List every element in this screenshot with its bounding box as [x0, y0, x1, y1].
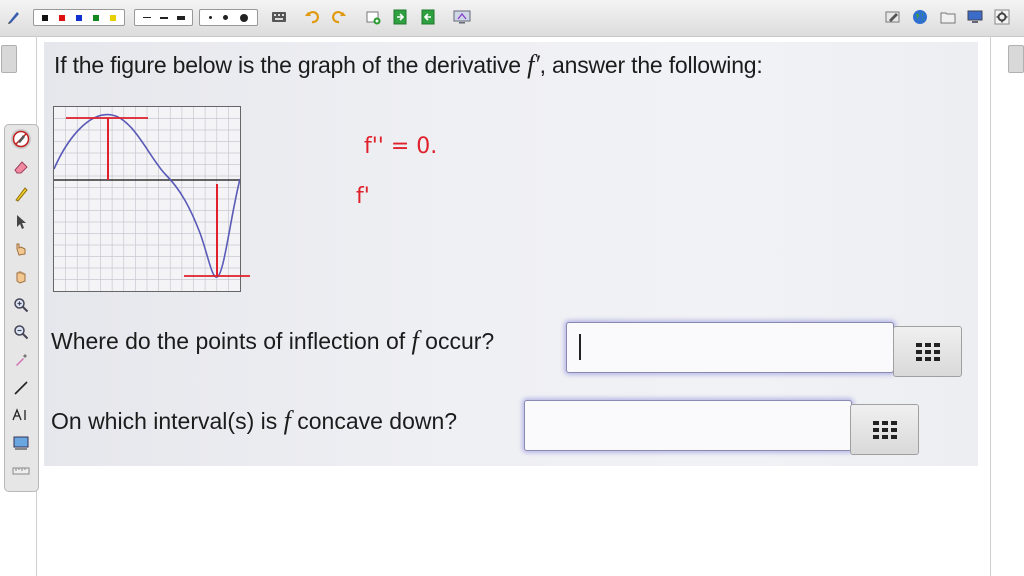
keypad-icon	[872, 420, 897, 439]
hand-pointer-icon[interactable]	[11, 239, 31, 259]
q2-label: On which interval(s) is	[51, 408, 278, 434]
globe-icon[interactable]	[911, 8, 929, 26]
heading-text: If the figure below is the graph of the …	[54, 52, 521, 78]
keypad-button-1[interactable]	[893, 326, 962, 377]
q2-symbol: f	[283, 406, 291, 435]
inflection-answer-input[interactable]	[566, 322, 894, 373]
eraser-icon[interactable]	[11, 157, 31, 177]
export-icon[interactable]	[419, 8, 437, 26]
color-palette-icon[interactable]	[33, 9, 125, 26]
screenshot-icon[interactable]	[11, 433, 31, 453]
question-photo: If the figure below is the graph of the …	[44, 42, 978, 466]
monitor-icon[interactable]	[966, 8, 984, 26]
annotation-first-derivative: f'	[356, 184, 370, 209]
annotation-second-derivative: f'' = 0.	[364, 134, 438, 159]
page-right-border	[990, 36, 991, 576]
question-heading: If the figure below is the graph of the …	[54, 50, 763, 80]
pen-icon[interactable]	[5, 8, 23, 26]
settings-icon[interactable]	[993, 8, 1011, 26]
import-icon[interactable]	[391, 8, 409, 26]
tool-palette	[4, 124, 39, 492]
left-page-tab[interactable]	[1, 45, 17, 73]
heading-derivative-symbol: f′	[527, 50, 540, 79]
top-toolbar	[0, 0, 1024, 37]
keyboard-icon[interactable]	[270, 8, 288, 26]
folder-icon[interactable]	[939, 8, 957, 26]
no-pen-icon[interactable]	[11, 129, 31, 149]
pointer-icon[interactable]	[11, 212, 31, 232]
highlighter-icon[interactable]	[11, 184, 31, 204]
zoom-in-icon[interactable]	[11, 295, 31, 315]
right-page-tab[interactable]	[1008, 45, 1024, 73]
annotation-marks	[66, 117, 250, 277]
dot-size-icon[interactable]	[199, 9, 258, 26]
question-inflection: Where do the points of inflection of f o…	[51, 326, 494, 356]
zoom-out-icon[interactable]	[11, 322, 31, 342]
line-tool-icon[interactable]	[11, 378, 31, 398]
keypad-button-2[interactable]	[850, 404, 919, 455]
q1-suffix: occur?	[425, 328, 495, 354]
q1-label: Where do the points of inflection of	[51, 328, 406, 354]
concave-down-answer-input[interactable]	[524, 400, 852, 451]
screen-share-icon[interactable]	[452, 8, 472, 26]
eyedropper-icon[interactable]	[11, 350, 31, 370]
q1-symbol: f	[411, 326, 419, 355]
hand-icon[interactable]	[11, 267, 31, 287]
question-concave-down: On which interval(s) is f concave down?	[51, 406, 457, 436]
text-caret	[579, 334, 581, 360]
undo-icon[interactable]	[303, 8, 321, 26]
heading-suffix: , answer the following:	[539, 52, 763, 78]
keypad-icon	[915, 342, 940, 361]
add-page-icon[interactable]	[364, 8, 382, 26]
ruler-icon[interactable]	[11, 461, 31, 481]
edit-icon[interactable]	[884, 8, 902, 26]
text-tool-icon[interactable]	[11, 405, 31, 425]
redo-icon[interactable]	[330, 8, 348, 26]
line-style-icon[interactable]	[134, 9, 193, 26]
q2-suffix: concave down?	[297, 408, 458, 434]
